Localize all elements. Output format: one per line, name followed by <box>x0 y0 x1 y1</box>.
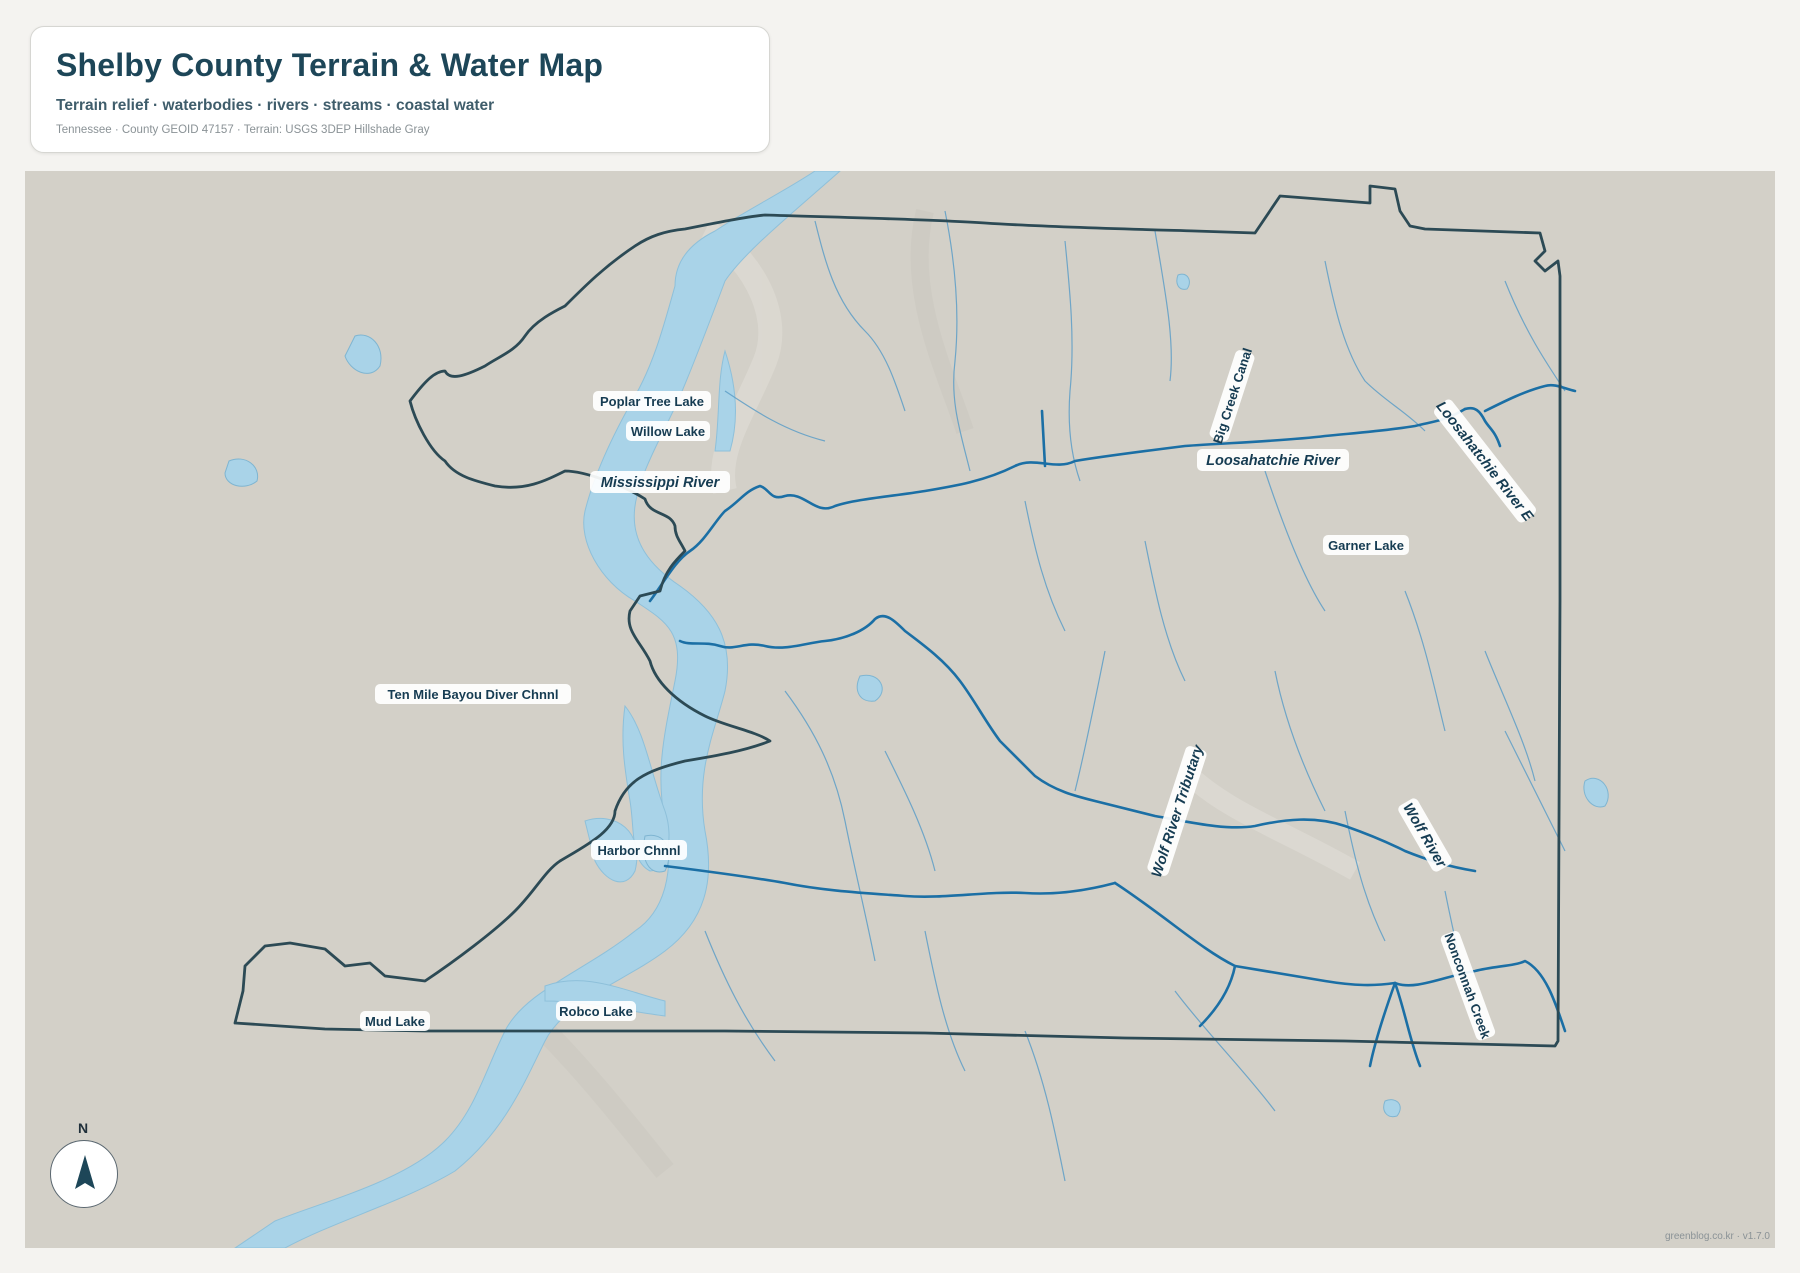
label-mississippi-river: Mississippi River <box>601 475 721 491</box>
label-garner-lake: Garner Lake <box>1328 538 1404 553</box>
label-mud-lake: Mud Lake <box>365 1014 425 1029</box>
label-willow-lake: Willow Lake <box>631 424 705 439</box>
label-ten-mile-bayou: Ten Mile Bayou Diver Chnnl <box>388 687 559 702</box>
terrain-base <box>25 171 1775 1248</box>
compass <box>50 1140 118 1208</box>
label-robco-lake: Robco Lake <box>559 1004 633 1019</box>
map-source: Tennessee · County GEOID 47157 · Terrain… <box>56 124 430 136</box>
compass-north-label: N <box>78 1120 89 1136</box>
title-card: Shelby County Terrain & Water Map Terrai… <box>30 26 770 153</box>
map-canvas[interactable]: Poplar Tree Lake Willow Lake Mississippi… <box>25 171 1775 1248</box>
label-poplar-tree-lake: Poplar Tree Lake <box>600 394 704 409</box>
label-harbor-chnnl: Harbor Chnnl <box>597 843 680 858</box>
lake-north <box>1176 273 1190 290</box>
map-subtitle: Terrain relief · waterbodies · rivers · … <box>56 97 495 114</box>
lake-south <box>1383 1099 1401 1118</box>
map-credit: greenblog.co.kr · v1.7.0 <box>1664 1231 1770 1242</box>
map-title: Shelby County Terrain & Water Map <box>56 47 604 83</box>
north-arrow-icon <box>75 1155 95 1189</box>
label-loosahatchie-river: Loosahatchie River <box>1206 453 1341 469</box>
